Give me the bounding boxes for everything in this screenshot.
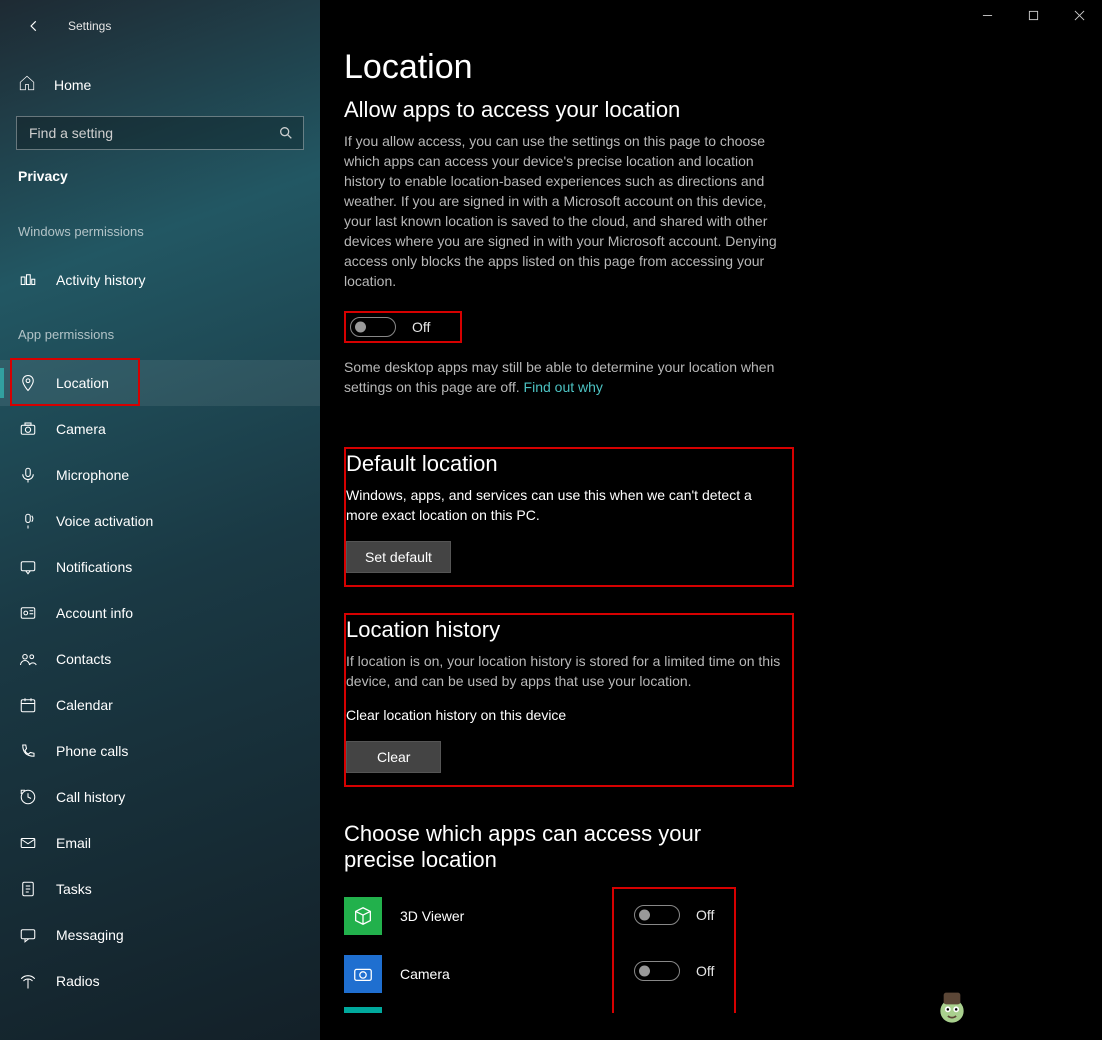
microphone-icon: [18, 465, 38, 485]
sidebar-item-messaging[interactable]: Messaging: [0, 912, 320, 958]
voice-activation-icon: [18, 511, 38, 531]
camera-icon: [18, 419, 38, 439]
sidebar-item-label: Camera: [56, 421, 106, 437]
sidebar-item-label: Contacts: [56, 651, 111, 667]
main-content: Location Allow apps to access your locat…: [320, 0, 1102, 1040]
find-out-why-link[interactable]: Find out why: [524, 379, 603, 395]
sidebar-item-calendar[interactable]: Calendar: [0, 682, 320, 728]
activity-history-icon: [18, 270, 38, 290]
default-location-body: Windows, apps, and services can use this…: [346, 485, 782, 525]
sidebar-item-label: Tasks: [56, 881, 92, 897]
sidebar-item-radios[interactable]: Radios: [0, 958, 320, 1004]
allow-apps-note: Some desktop apps may still be able to d…: [344, 357, 784, 397]
allow-apps-toggle-row: Off: [344, 311, 462, 343]
sidebar-item-microphone[interactable]: Microphone: [0, 452, 320, 498]
sidebar-item-call-history[interactable]: Call history: [0, 774, 320, 820]
app-icon-camera: [344, 955, 382, 993]
sidebar: Settings Home Privacy Windows permission…: [0, 0, 320, 1040]
app-row-camera: Camera: [344, 945, 624, 1003]
app-title: Settings: [68, 19, 111, 33]
app-3d-viewer-toggle[interactable]: [634, 905, 680, 925]
allow-apps-title: Allow apps to access your location: [344, 97, 814, 123]
sidebar-item-label: Notifications: [56, 559, 132, 575]
home-icon: [18, 74, 36, 97]
app-row-3d-viewer: 3D Viewer: [344, 887, 624, 945]
sidebar-item-tasks[interactable]: Tasks: [0, 866, 320, 912]
default-location-title: Default location: [346, 451, 782, 477]
app-camera-toggle-row: Off: [626, 957, 722, 985]
sidebar-item-activity-history[interactable]: Activity history: [0, 257, 320, 303]
location-history-section: Location history If location is on, your…: [344, 613, 794, 787]
sidebar-item-location[interactable]: Location: [0, 360, 320, 406]
sidebar-item-notifications[interactable]: Notifications: [0, 544, 320, 590]
account-info-icon: [18, 603, 38, 623]
tasks-icon: [18, 879, 38, 899]
back-button[interactable]: [22, 14, 46, 38]
app-3d-viewer-toggle-label: Off: [696, 907, 714, 923]
sidebar-item-email[interactable]: Email: [0, 820, 320, 866]
email-icon: [18, 833, 38, 853]
precise-toggle-highlight: Off Off: [612, 887, 736, 1013]
calendar-icon: [18, 695, 38, 715]
precise-apps-list: 3D Viewer Camera Off: [344, 887, 814, 1013]
search-icon: [278, 125, 294, 141]
allow-apps-toggle[interactable]: [350, 317, 396, 337]
sidebar-item-label: Calendar: [56, 697, 113, 713]
app-icon-3d-viewer: [344, 897, 382, 935]
sidebar-item-label: Account info: [56, 605, 133, 621]
allow-apps-body: If you allow access, you can use the set…: [344, 131, 784, 291]
sidebar-group-windows-permissions: Windows permissions: [18, 224, 320, 239]
clear-button[interactable]: Clear: [346, 741, 441, 773]
sidebar-item-label: Voice activation: [56, 513, 153, 529]
location-history-body: If location is on, your location history…: [346, 651, 782, 691]
app-3d-viewer-toggle-row: Off: [626, 901, 722, 929]
sidebar-item-camera[interactable]: Camera: [0, 406, 320, 452]
sidebar-home[interactable]: Home: [18, 70, 320, 100]
app-camera-toggle-label: Off: [696, 963, 714, 979]
clear-history-label: Clear location history on this device: [346, 705, 782, 725]
location-history-title: Location history: [346, 617, 782, 643]
contacts-icon: [18, 649, 38, 669]
highlight-box: [10, 358, 140, 406]
sidebar-home-label: Home: [54, 77, 91, 93]
sidebar-item-label: Activity history: [56, 272, 145, 288]
radios-icon: [18, 971, 38, 991]
sidebar-item-label: Email: [56, 835, 91, 851]
set-default-button[interactable]: Set default: [346, 541, 451, 573]
precise-apps-title: Choose which apps can access your precis…: [344, 821, 744, 873]
sidebar-current-category: Privacy: [18, 168, 320, 184]
minimize-button[interactable]: [964, 0, 1010, 30]
sidebar-item-label: Call history: [56, 789, 125, 805]
allow-apps-toggle-label: Off: [412, 319, 430, 335]
sidebar-item-contacts[interactable]: Contacts: [0, 636, 320, 682]
notifications-icon: [18, 557, 38, 577]
sidebar-item-voice-activation[interactable]: Voice activation: [0, 498, 320, 544]
sidebar-item-label: Radios: [56, 973, 100, 989]
close-button[interactable]: [1056, 0, 1102, 30]
search-input[interactable]: [16, 116, 304, 150]
phone-calls-icon: [18, 741, 38, 761]
sidebar-group-app-permissions: App permissions: [18, 327, 320, 342]
sidebar-item-label: Microphone: [56, 467, 129, 483]
app-icon-partial: [344, 1007, 382, 1013]
app-name-3d-viewer: 3D Viewer: [400, 908, 600, 924]
app-name-camera: Camera: [400, 966, 600, 982]
sidebar-item-label: Messaging: [56, 927, 124, 943]
sidebar-item-account-info[interactable]: Account info: [0, 590, 320, 636]
sidebar-item-label: Phone calls: [56, 743, 128, 759]
default-location-section: Default location Windows, apps, and serv…: [344, 447, 794, 587]
messaging-icon: [18, 925, 38, 945]
page-title: Location: [344, 48, 814, 87]
sidebar-item-phone-calls[interactable]: Phone calls: [0, 728, 320, 774]
call-history-icon: [18, 787, 38, 807]
mascot-icon: [932, 986, 972, 1026]
maximize-button[interactable]: [1010, 0, 1056, 30]
app-camera-toggle[interactable]: [634, 961, 680, 981]
